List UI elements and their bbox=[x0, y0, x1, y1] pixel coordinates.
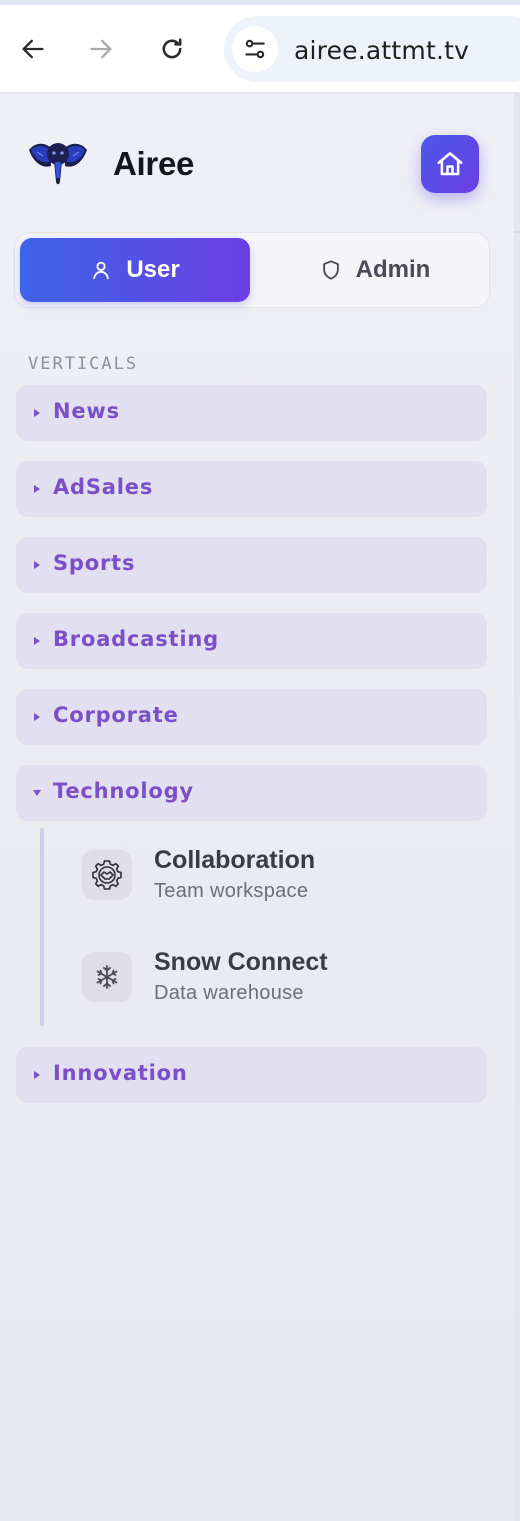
caret-right-icon bbox=[31, 407, 43, 419]
vertical-label: Broadcasting bbox=[53, 627, 219, 651]
role-user-label: User bbox=[126, 256, 180, 283]
sub-item-subtitle: Data warehouse bbox=[154, 982, 304, 1004]
url-text[interactable]: airee.attmt.tv bbox=[294, 36, 469, 65]
caret-right-icon bbox=[31, 635, 43, 647]
sub-item-subtitle: Team workspace bbox=[154, 880, 309, 902]
divider bbox=[514, 231, 520, 233]
vertical-label: Corporate bbox=[53, 703, 179, 727]
caret-right-icon bbox=[31, 711, 43, 723]
vertical-label: News bbox=[53, 399, 120, 423]
main-content-edge bbox=[514, 94, 520, 1521]
brand-name: Airee bbox=[113, 145, 195, 182]
vertical-label: AdSales bbox=[53, 475, 154, 499]
vertical-innovation[interactable]: Innovation bbox=[16, 1047, 487, 1103]
vertical-news[interactable]: News bbox=[16, 385, 487, 441]
browser-toolbar: airee.attmt.tv bbox=[0, 5, 520, 93]
caret-right-icon bbox=[31, 1069, 43, 1081]
home-button[interactable] bbox=[421, 135, 479, 193]
snowflake-icon bbox=[82, 952, 132, 1002]
address-bar[interactable]: airee.attmt.tv bbox=[224, 16, 520, 82]
vertical-adsales[interactable]: AdSales bbox=[16, 461, 487, 517]
forward-button[interactable] bbox=[81, 29, 121, 69]
vertical-label: Innovation bbox=[53, 1061, 188, 1085]
shield-icon bbox=[322, 260, 339, 280]
vertical-sports[interactable]: Sports bbox=[16, 537, 487, 593]
tune-icon bbox=[245, 39, 265, 59]
handshake-gear-icon bbox=[82, 850, 132, 900]
role-user-button[interactable]: User bbox=[20, 238, 250, 302]
role-admin-label: Admin bbox=[355, 256, 431, 283]
sub-item-title: Snow Connect bbox=[154, 948, 328, 976]
vertical-technology[interactable]: Technology bbox=[16, 765, 487, 821]
sub-item-snow-connect[interactable]: Snow Connect Data warehouse bbox=[70, 940, 470, 1020]
home-icon bbox=[437, 152, 463, 176]
caret-down-icon bbox=[31, 787, 43, 799]
vertical-broadcasting[interactable]: Broadcasting bbox=[16, 613, 487, 669]
site-info-button[interactable] bbox=[232, 26, 278, 72]
vertical-corporate[interactable]: Corporate bbox=[16, 689, 487, 745]
person-icon bbox=[93, 261, 110, 280]
caret-right-icon bbox=[31, 483, 43, 495]
section-label: VERTICALS bbox=[28, 354, 139, 374]
elephant-logo[interactable] bbox=[27, 138, 89, 188]
role-toggle: User Admin bbox=[14, 232, 490, 308]
sub-item-collaboration[interactable]: Collaboration Team workspace bbox=[70, 838, 470, 918]
reload-icon bbox=[162, 38, 182, 59]
back-button[interactable] bbox=[13, 29, 53, 69]
caret-right-icon bbox=[31, 559, 43, 571]
role-admin-button[interactable]: Admin bbox=[265, 238, 485, 302]
reload-button[interactable] bbox=[152, 29, 192, 69]
subtree-line bbox=[40, 828, 44, 1026]
arrow-right-icon bbox=[90, 39, 112, 59]
arrow-left-icon bbox=[22, 39, 44, 59]
vertical-label: Technology bbox=[53, 779, 194, 803]
sub-item-title: Collaboration bbox=[154, 846, 316, 874]
vertical-label: Sports bbox=[53, 551, 136, 575]
